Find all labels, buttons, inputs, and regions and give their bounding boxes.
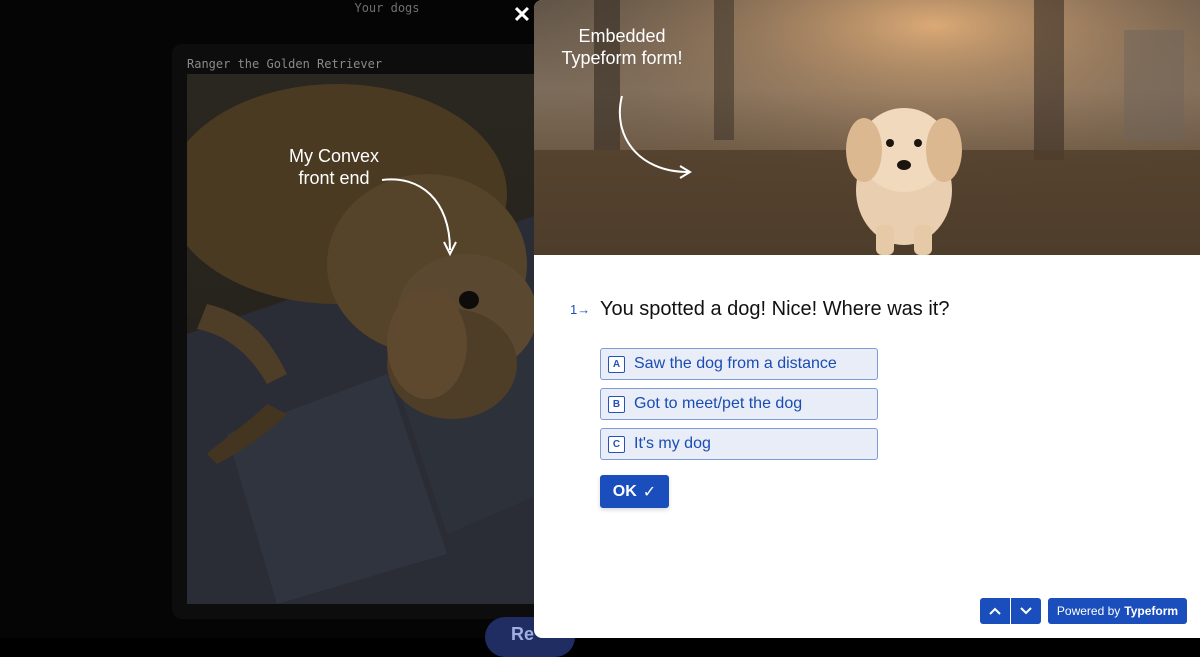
choice-label: It's my dog — [634, 435, 711, 452]
choice-key: A — [608, 355, 625, 373]
choice-b[interactable]: B Got to meet/pet the dog — [600, 388, 878, 420]
powered-brand: Typeform — [1124, 604, 1179, 618]
annotation-arrow-left — [381, 178, 457, 257]
question-number: 1→ — [570, 302, 591, 317]
powered-by-typeform-link[interactable]: Powered by Typeform — [1048, 598, 1187, 624]
check-icon: ✓ — [642, 483, 657, 501]
chevron-up-icon — [989, 607, 1001, 615]
powered-prefix: Powered by — [1056, 604, 1121, 618]
choice-key: C — [608, 435, 625, 453]
chevron-down-icon — [1020, 607, 1032, 615]
choice-key: B — [608, 395, 625, 413]
choice-label: Got to meet/pet the dog — [634, 395, 803, 412]
navigation-buttons — [980, 598, 1041, 624]
choice-c[interactable]: C It's my dog — [600, 428, 878, 460]
next-question-button[interactable] — [1011, 598, 1041, 624]
ok-button[interactable]: OK ✓ — [600, 475, 669, 508]
previous-question-button[interactable] — [980, 598, 1010, 624]
ok-label: OK — [612, 482, 637, 500]
dog-caption: Ranger the Golden Retriever — [187, 57, 383, 71]
annotation-front-end: My Convex front end — [288, 146, 380, 188]
close-icon[interactable]: ✕ — [511, 4, 533, 26]
choice-a[interactable]: A Saw the dog from a distance — [600, 348, 878, 380]
annotation-embedded: Embedded Typeform form! — [561, 26, 683, 68]
question-text: You spotted a dog! Nice! Where was it? — [600, 298, 950, 320]
page-title: Your dogs — [354, 1, 420, 15]
question: 1→ You spotted a dog! Nice! Where was it… — [570, 298, 949, 321]
choice-label: Saw the dog from a distance — [634, 355, 837, 372]
annotation-arrow-right — [618, 95, 692, 179]
choice-list: A Saw the dog from a distance B Got to m… — [600, 348, 878, 468]
